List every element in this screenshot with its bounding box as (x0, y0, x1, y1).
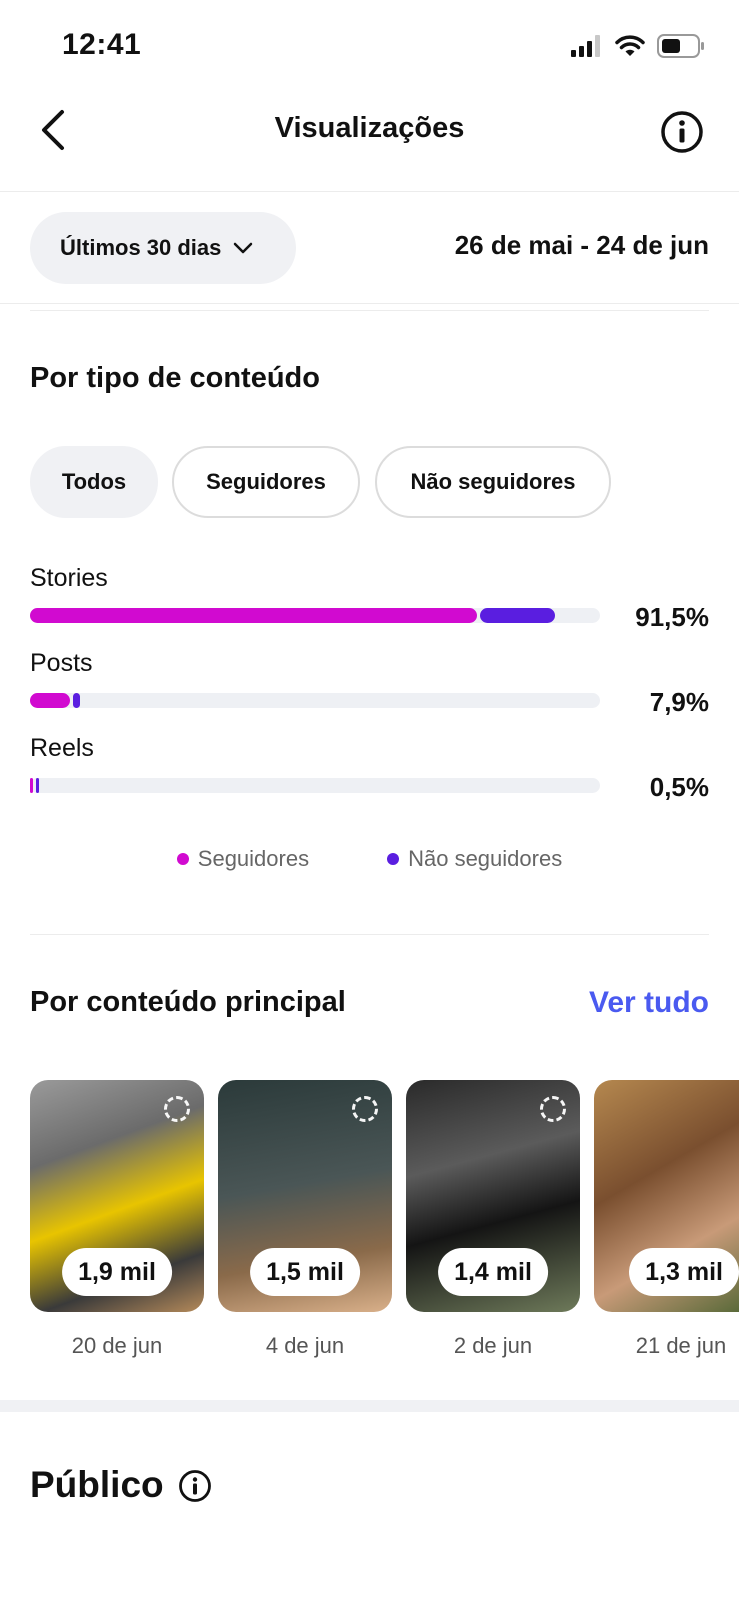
status-icons (571, 34, 705, 58)
info-icon[interactable] (660, 110, 704, 154)
content-date: 2 de jun (453, 1333, 533, 1358)
wifi-icon (615, 35, 645, 56)
content-thumbnail[interactable]: 1,5 mil (218, 1080, 392, 1312)
content-date: 20 de jun (71, 1333, 163, 1358)
info-icon[interactable] (178, 1469, 212, 1503)
bar-segment-followers (30, 693, 70, 708)
views-badge: 1,3 mil (629, 1248, 739, 1296)
bar-label-posts: Posts (30, 649, 93, 677)
bar-label-reels: Reels (30, 734, 94, 762)
status-time: 12:41 (62, 28, 142, 61)
divider (30, 934, 709, 935)
date-range-selector[interactable]: Últimos 30 dias (30, 212, 296, 284)
content-date: 4 de jun (265, 1333, 345, 1358)
section-title-audience: Público (30, 1464, 164, 1505)
percent-posts: 7,9% (649, 687, 709, 717)
content-thumbnail[interactable]: 1,3 mil (594, 1080, 739, 1312)
date-range-text: 26 de mai - 24 de jun (454, 230, 709, 260)
bar-segment-non-followers (72, 693, 80, 708)
loading-icon (540, 1096, 566, 1122)
content-date: 21 de jun (635, 1333, 727, 1358)
filter-chip-all[interactable]: Todos (30, 446, 158, 518)
bar-track-posts (30, 693, 600, 708)
divider (0, 191, 739, 192)
views-badge: 1,4 mil (438, 1248, 548, 1296)
views-badge: 1,9 mil (62, 1248, 172, 1296)
bar-track-reels (30, 778, 600, 793)
loading-icon (164, 1096, 190, 1122)
divider (0, 303, 739, 304)
chevron-down-icon (234, 242, 253, 254)
bar-segment-followers (30, 778, 33, 793)
see-all-link[interactable]: Ver tudo (589, 986, 709, 1020)
content-thumbnail[interactable]: 1,9 mil (30, 1080, 204, 1312)
percent-stories: 91,5% (635, 602, 709, 632)
legend-dot-followers (176, 853, 189, 865)
battery-icon (657, 34, 704, 58)
bar-segment-non-followers (480, 608, 555, 623)
content-thumbnail[interactable]: 1,4 mil (406, 1080, 580, 1312)
section-separator (0, 1400, 739, 1412)
views-badge: 1,5 mil (250, 1248, 360, 1296)
loading-icon (352, 1096, 378, 1122)
date-range-selector-label: Últimos 30 dias (60, 235, 222, 260)
legend-dot-non-followers (387, 853, 400, 865)
percent-reels: 0,5% (649, 772, 709, 802)
legend-label-followers: Seguidores (197, 846, 310, 871)
section-title-top-content: Por conteúdo principal (30, 986, 346, 1018)
section-title-content-type: Por tipo de conteúdo (30, 362, 320, 394)
signal-icon (571, 35, 600, 57)
legend-item-non-followers: Não seguidores (387, 846, 562, 872)
legend-item-followers: Seguidores (176, 846, 310, 872)
bar-segment-followers (30, 608, 478, 623)
bar-legend: Seguidores Não seguidores (0, 846, 739, 872)
bar-track-stories (30, 608, 600, 623)
divider (30, 310, 709, 311)
page-title: Visualizações (274, 112, 465, 144)
legend-label-non-followers: Não seguidores (408, 846, 563, 871)
filter-chip-followers[interactable]: Seguidores (172, 446, 360, 518)
filter-chip-non-followers[interactable]: Não seguidores (375, 446, 611, 518)
bar-label-stories: Stories (30, 564, 108, 592)
bar-segment-non-followers (36, 778, 39, 793)
